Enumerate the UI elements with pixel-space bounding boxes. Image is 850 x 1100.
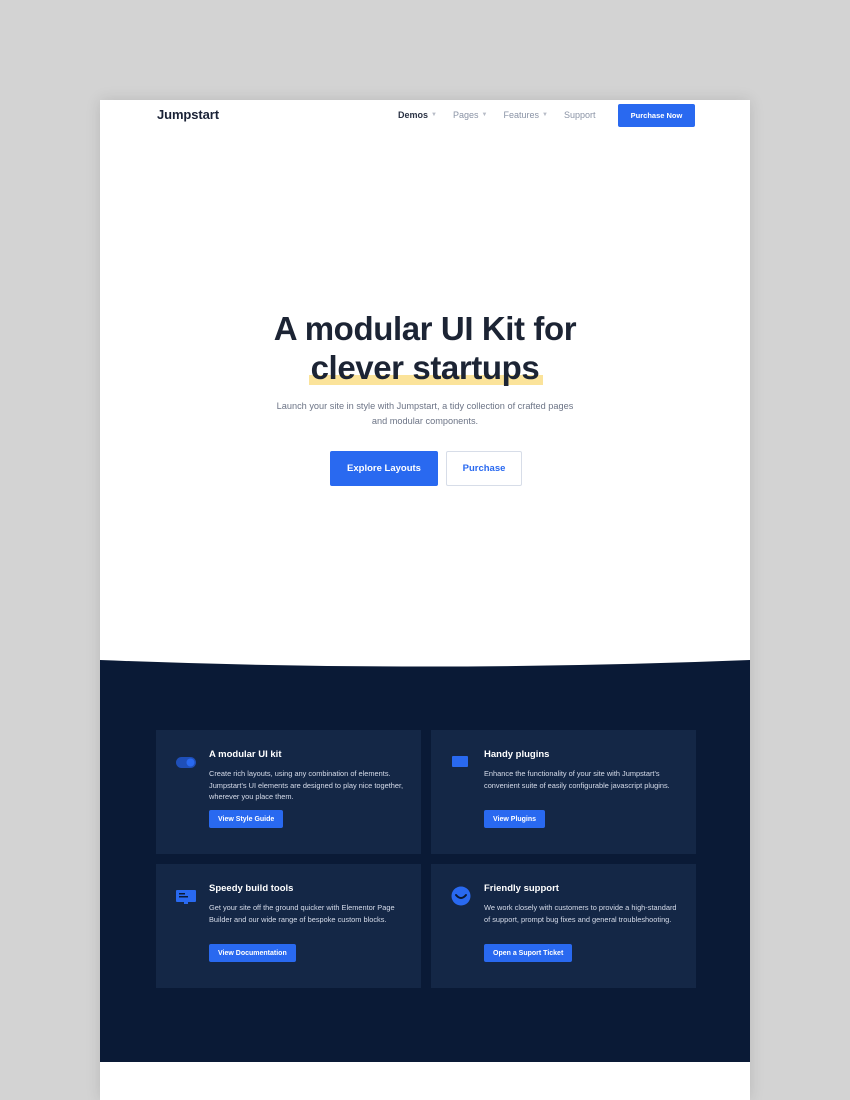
hero-title-line2-wrap: clever startups [308, 348, 544, 387]
feature-description: Get your site off the ground quicker wit… [209, 903, 395, 924]
feature-card: Speedy build tools Get your site off the… [156, 864, 421, 988]
hero-title-line2: clever startups [310, 349, 540, 386]
top-navbar: Jumpstart Demos ▼ Pages ▼ Features ▼ Sup… [100, 100, 750, 132]
chevron-down-icon: ▼ [431, 112, 437, 118]
feature-title: Friendly support [484, 883, 559, 894]
smile-icon [451, 886, 471, 906]
nav-item-label: Demos [398, 110, 429, 120]
plugin-icon [452, 756, 468, 767]
page-canvas: Jumpstart Demos ▼ Pages ▼ Features ▼ Sup… [100, 100, 750, 1100]
purchase-now-button[interactable]: Purchase Now [618, 104, 695, 127]
nav-item-features[interactable]: Features ▼ [503, 110, 547, 120]
feature-description: We work closely with customers to provid… [484, 903, 677, 924]
nav-item-label: Support [563, 110, 596, 120]
chevron-down-icon: ▼ [541, 112, 548, 118]
feature-title: A modular UI kit [209, 749, 282, 760]
logo[interactable]: Jumpstart [157, 107, 219, 122]
nav-item-pages[interactable]: Pages ▼ [453, 110, 487, 120]
hero-title-line1: A modular UI Kit for [273, 310, 577, 347]
features-section: A modular UI kit Create rich layouts, us… [100, 680, 750, 1062]
nav-item-label: Features [503, 110, 539, 120]
chevron-down-icon: ▼ [481, 112, 488, 118]
monitor-icon [176, 890, 196, 904]
hero-subtitle: Launch your site in style with Jumpstart… [276, 401, 574, 426]
feature-card: Friendly support We work closely with cu… [431, 864, 696, 988]
open-support-ticket-button[interactable]: Open a Suport Ticket [484, 944, 573, 962]
feature-description: Enhance the functionality of your site w… [484, 769, 670, 790]
feature-card: Handy plugins Enhance the functionality … [431, 730, 696, 854]
feature-card: A modular UI kit Create rich layouts, us… [156, 730, 421, 854]
view-documentation-button[interactable]: View Documentation [209, 944, 296, 962]
explore-layouts-button[interactable]: Explore Layouts [330, 451, 438, 486]
toggle-icon [176, 757, 196, 768]
view-style-guide-button[interactable]: View Style Guide [209, 810, 284, 828]
view-plugins-button[interactable]: View Plugins [484, 810, 546, 828]
purchase-button[interactable]: Purchase [446, 451, 522, 486]
nav-item-support[interactable]: Support [564, 110, 596, 120]
nav-item-demos[interactable]: Demos ▼ [398, 110, 437, 120]
feature-title: Speedy build tools [209, 883, 294, 894]
nav-links: Demos ▼ Pages ▼ Features ▼ Support [398, 110, 595, 120]
hero-title: A modular UI Kit for clever startups [100, 309, 750, 387]
nav-item-label: Pages [452, 110, 479, 120]
feature-title: Handy plugins [484, 749, 550, 760]
feature-description: Create rich layouts, using any combinati… [209, 769, 404, 802]
